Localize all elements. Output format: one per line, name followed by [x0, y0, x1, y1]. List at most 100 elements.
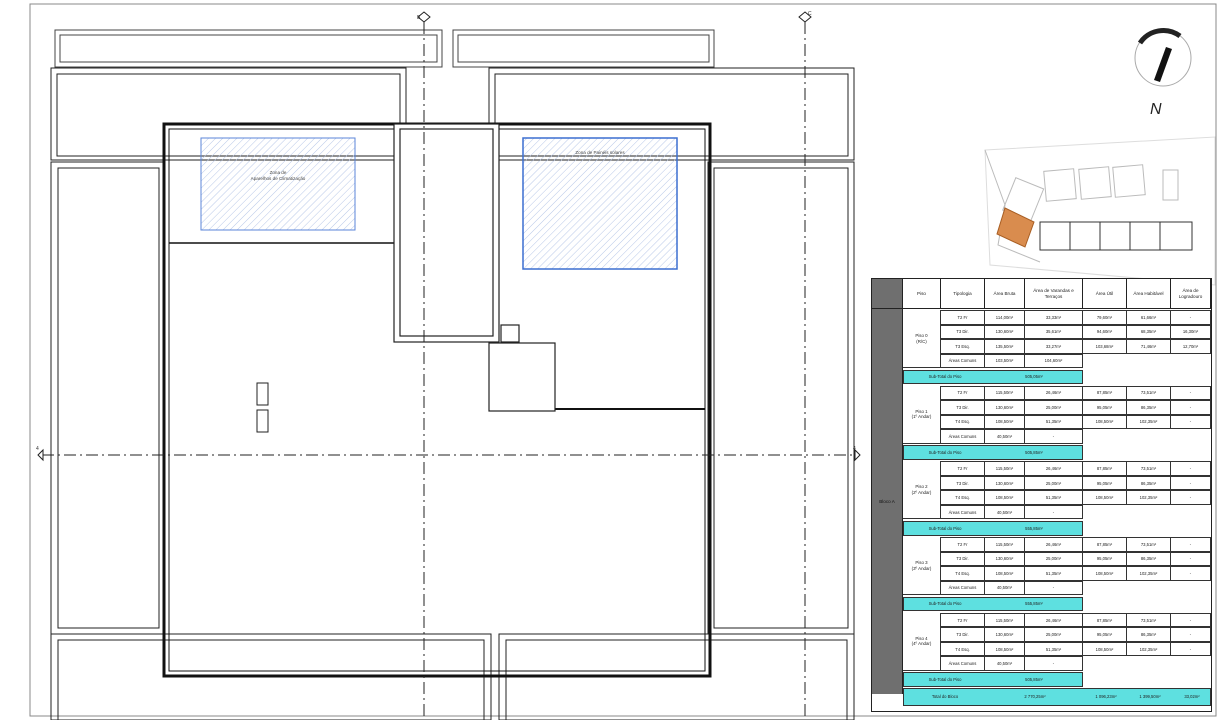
- table-row: T4 Esq. 108,50m² 51,35m² 108,50m² 102,35m² -: [872, 566, 1213, 581]
- table-cell: -: [1170, 385, 1211, 401]
- subtotal-row: Sub-Total do Piso 505,85m²: [903, 672, 1083, 687]
- table-cell: 40,50m²: [984, 580, 1025, 596]
- table-cell: 87,85m²: [1082, 385, 1127, 401]
- table-cell: 94,60m²: [1082, 324, 1127, 339]
- table-cell: Áreas Comuns: [940, 504, 985, 520]
- subtotal-row: Sub-Total do Piso 555,85m²: [903, 521, 1083, 536]
- table-cell: 33,33m²: [1024, 310, 1083, 325]
- table-header-tipologia: Tipologia: [941, 279, 985, 309]
- subtotal-row: Sub-Total do Piso 505,85m²: [903, 445, 1083, 460]
- table-cell: 130,60m²: [984, 475, 1025, 491]
- table-cell: T3 Dir.: [940, 551, 985, 567]
- table-cell: 26,46m²: [1024, 612, 1083, 628]
- table-cell: 108,50m²: [1082, 414, 1127, 430]
- common-areas-row: Áreas Comuns 40,50m² -: [872, 429, 1213, 444]
- subtotal-value: 555,85m²: [1025, 601, 1043, 607]
- table-cell: 130,60m²: [984, 400, 1025, 415]
- table-row: T4 Esq. 108,50m² 51,35m² 108,50m² 102,35m² -: [872, 490, 1213, 505]
- table-cell: Áreas Comuns: [940, 580, 985, 596]
- table-cell: -: [1170, 566, 1211, 581]
- table-header-piso: Piso: [903, 279, 941, 309]
- table-cell: 51,35m²: [1024, 414, 1083, 430]
- table-cell: -: [1024, 429, 1083, 444]
- site-key-plan: [984, 136, 1216, 286]
- table-cell: 73,51m²: [1126, 612, 1171, 628]
- subtotal-value: 505,85m²: [1025, 677, 1043, 683]
- site-key-highlight: [996, 207, 1035, 248]
- table-cell: 26,46m²: [1024, 461, 1083, 476]
- table-cell: 108,50m²: [984, 566, 1025, 581]
- table-cell: -: [1170, 400, 1211, 415]
- table-cell: T4 Esq.: [940, 566, 985, 581]
- subtotal-label: Sub-Total do Piso: [928, 450, 962, 456]
- table-cell: 79,60m²: [1082, 310, 1127, 325]
- table-cell: 61,66m²: [1126, 310, 1171, 325]
- total-value: 33,02m²: [1184, 694, 1200, 699]
- table-row: T2 Fr 114,00m² 33,33m² 79,60m² 61,66m² -: [872, 310, 1213, 325]
- solar-zone-label: Zona de Painéis solares: [575, 150, 625, 155]
- table-row: T4 Esq. 108,50m² 51,35m² 108,50m² 102,35m² -: [872, 641, 1213, 657]
- block-total-row: Total do Bloco 2 770,25m² 1 096,23m² 1 399,…: [903, 687, 1211, 706]
- common-areas-row: Áreas Comuns 40,50m² -: [872, 504, 1213, 520]
- table-cell: -: [1170, 461, 1211, 476]
- table-cell: 86,35m²: [1126, 627, 1171, 642]
- table-cell: 51,35m²: [1024, 490, 1083, 505]
- table-row: T2 Fr 115,50m² 26,46m² 87,85m² 73,51m² -: [872, 461, 1213, 476]
- aircon-zone: [200, 137, 356, 231]
- table-cell: 40,50m²: [984, 656, 1025, 671]
- table-cell: 35,61m²: [1024, 324, 1083, 339]
- common-areas-row: Áreas Comuns 103,50m² 104,60m²: [872, 353, 1213, 368]
- table-cell: T3 Dir.: [940, 475, 985, 491]
- table-cell: Áreas Comuns: [940, 429, 985, 444]
- subtotal-value: 555,85m²: [1025, 525, 1043, 531]
- table-header-area-logradouro: Área de Logradouro: [1171, 279, 1211, 309]
- subtotal-row: Sub-Total do Piso 555,85m²: [903, 596, 1083, 612]
- table-cell: 87,85m²: [1082, 537, 1127, 552]
- table-cell: T2 Fr: [940, 537, 985, 552]
- table-cell: 12,70m²: [1170, 339, 1211, 354]
- table-header-area-util: Área Útil: [1083, 279, 1127, 309]
- table-cell: 73,51m²: [1126, 461, 1171, 476]
- table-cell: 25,00m²: [1024, 400, 1083, 415]
- axis-label-4-left: 4: [36, 446, 39, 452]
- table-cell: -: [1170, 641, 1211, 657]
- subtotal-label: Sub-Total do Piso: [928, 677, 962, 683]
- table-cell: 95,05m²: [1082, 627, 1127, 642]
- table-cell: 25,00m²: [1024, 627, 1083, 642]
- table-row: T3 Dir. 130,60m² 35,61m² 94,60m² 68,35m² 16,3…: [872, 324, 1213, 339]
- table-cell: T2 Fr: [940, 385, 985, 401]
- table-cell: 130,60m²: [984, 551, 1025, 567]
- subtotal-value: 505,85m²: [1025, 450, 1043, 456]
- table-cell: -: [1024, 504, 1083, 520]
- table-cell: T3 Esq.: [940, 339, 985, 354]
- table-cell: 40,50m²: [984, 504, 1025, 520]
- table-cell: 73,51m²: [1126, 385, 1171, 401]
- table-cell: 25,00m²: [1024, 475, 1083, 491]
- table-row: T4 Esq. 108,50m² 51,35m² 108,50m² 102,35m² -: [872, 414, 1213, 430]
- table-cell: -: [1024, 656, 1083, 671]
- table-cell: 130,60m²: [984, 627, 1025, 642]
- table-cell: 86,35m²: [1126, 400, 1171, 415]
- table-cell: T3 Dir.: [940, 324, 985, 339]
- table-header-area-bruta: Área Bruta: [985, 279, 1025, 309]
- table-row: T3 Dir. 130,60m² 25,00m² 95,05m² 86,35m² -: [872, 551, 1213, 567]
- table-cell: -: [1170, 537, 1211, 552]
- table-row: T3 Dir. 130,60m² 25,00m² 95,05m² 86,35m² -: [872, 627, 1213, 642]
- table-cell: 95,05m²: [1082, 475, 1127, 491]
- table-cell: 115,50m²: [984, 537, 1025, 552]
- subtotal-value: 505,05m²: [1025, 374, 1043, 380]
- table-cell: 108,50m²: [1082, 641, 1127, 657]
- axis-label-c: C: [808, 11, 812, 17]
- table-cell: 102,35m²: [1126, 641, 1171, 657]
- solar-panel-zone: [522, 137, 678, 270]
- axis-label-4-right: 4: [853, 446, 856, 452]
- table-cell: 114,00m²: [984, 310, 1025, 325]
- table-cell: T3 Dir.: [940, 627, 985, 642]
- top-parapets: [54, 29, 715, 68]
- table-cell: 115,50m²: [984, 612, 1025, 628]
- table-cell: -: [1170, 490, 1211, 505]
- aircon-zone-label: Zona de Aparelhos de Climatização: [250, 170, 306, 181]
- table-row: T2 Fr 115,50m² 26,46m² 87,85m² 73,51m² -: [872, 537, 1213, 552]
- table-cell: 102,35m²: [1126, 490, 1171, 505]
- subtotal-label: Sub-Total do Piso: [928, 525, 962, 531]
